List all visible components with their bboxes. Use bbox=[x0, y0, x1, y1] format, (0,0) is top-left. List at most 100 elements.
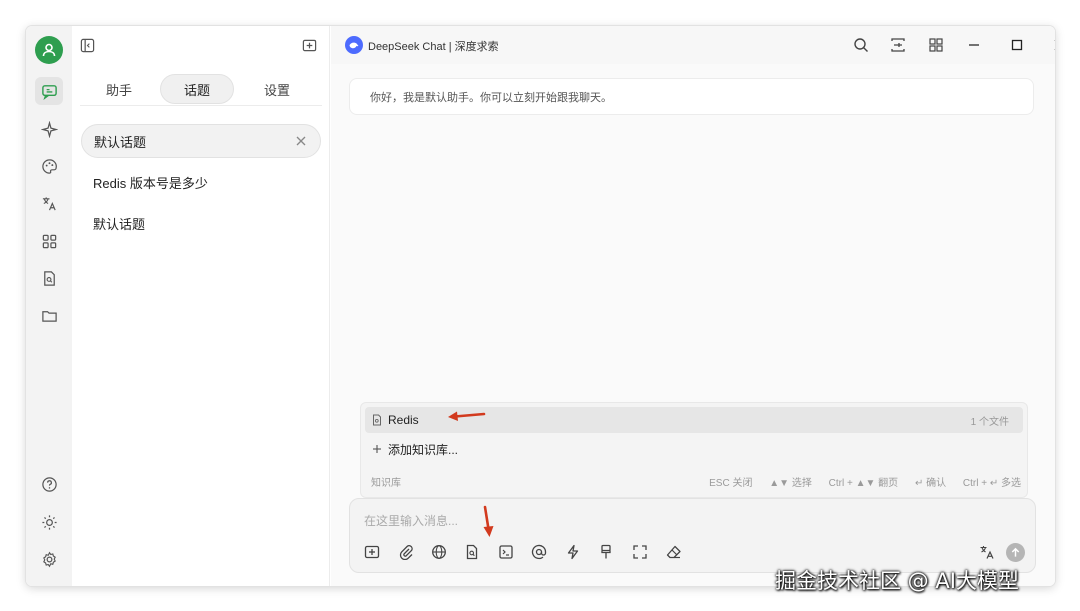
add-knowledge-base[interactable]: 添加知识库... bbox=[365, 436, 1023, 462]
icon-rail bbox=[26, 26, 72, 586]
hint-confirm: ↵ 确认 bbox=[914, 478, 947, 489]
user-icon bbox=[42, 43, 56, 57]
deepseek-logo-icon bbox=[345, 36, 363, 54]
message-input[interactable]: 在这里输入消息... bbox=[364, 512, 458, 529]
hint-esc: ESC 关闭 bbox=[709, 478, 753, 489]
knowledge-base-tool[interactable] bbox=[462, 542, 482, 562]
new-topic-icon bbox=[364, 545, 380, 559]
title-bar: DeepSeek Chat | 深度求索 bbox=[331, 26, 1055, 64]
close-icon bbox=[1054, 40, 1055, 50]
search-button[interactable] bbox=[851, 35, 871, 55]
toggle-sidebar-button[interactable] bbox=[78, 36, 96, 54]
topic-label: 默认话题 bbox=[94, 134, 147, 150]
add-knowledge-label: 添加知识库... bbox=[388, 442, 459, 457]
new-topic-button[interactable] bbox=[300, 36, 318, 54]
topic-item[interactable]: 默认话题 bbox=[81, 206, 321, 240]
maximize-icon bbox=[1011, 39, 1023, 51]
rail-files-button[interactable] bbox=[35, 301, 63, 329]
knowledge-file-count: 1 个文件 bbox=[970, 416, 1009, 428]
translate-icon bbox=[980, 546, 994, 559]
search-icon bbox=[854, 38, 868, 52]
close-window-button[interactable] bbox=[1050, 35, 1055, 55]
hint-select: ▲▼ 选择 bbox=[769, 478, 812, 489]
topic-label: 默认话题 bbox=[93, 216, 146, 232]
chat-icon bbox=[41, 84, 57, 100]
plus-icon bbox=[373, 445, 381, 453]
watermark: 掘金技术社区 @ AI大模型 bbox=[775, 569, 1019, 593]
expand-icon bbox=[633, 545, 647, 559]
translate-icon bbox=[42, 196, 56, 210]
app-title: DeepSeek Chat | 深度求索 bbox=[368, 41, 499, 53]
knowledge-item-label: Redis bbox=[388, 413, 419, 427]
grid-icon bbox=[929, 38, 943, 52]
knowledge-file-icon bbox=[466, 544, 478, 560]
welcome-message: 你好，我是默认助手。你可以立刻开始跟我聊天。 bbox=[349, 78, 1034, 115]
terminal-icon bbox=[499, 545, 513, 559]
rail-help-button[interactable] bbox=[35, 470, 63, 498]
panel-header bbox=[72, 26, 330, 64]
whale-icon bbox=[349, 42, 359, 49]
message-input-box[interactable]: 在这里输入消息... bbox=[349, 498, 1036, 573]
attach-tool[interactable] bbox=[396, 542, 416, 562]
layout-icon bbox=[891, 38, 905, 52]
clear-context-tool[interactable] bbox=[596, 542, 616, 562]
rail-paint-button[interactable] bbox=[35, 152, 63, 180]
paperclip-icon bbox=[399, 545, 413, 560]
topic-label: Redis 版本号是多少 bbox=[93, 175, 208, 191]
translate-tool[interactable] bbox=[977, 542, 997, 562]
sun-icon bbox=[41, 514, 57, 530]
rail-settings-button[interactable] bbox=[35, 545, 63, 573]
fullscreen-tool[interactable] bbox=[630, 542, 650, 562]
rail-apps-button[interactable] bbox=[35, 227, 63, 255]
tab-assistant[interactable]: 助手 bbox=[82, 74, 156, 104]
minimize-button[interactable] bbox=[964, 35, 984, 55]
knowledge-file-icon bbox=[373, 414, 381, 426]
gear-icon bbox=[42, 551, 56, 567]
folder-icon bbox=[41, 310, 57, 322]
rail-knowledge-button[interactable] bbox=[35, 264, 63, 292]
lightning-icon bbox=[567, 544, 579, 560]
topic-item[interactable]: Redis 版本号是多少 bbox=[81, 165, 321, 199]
topic-item-active[interactable]: 默认话题 bbox=[81, 124, 321, 158]
delete-topic-icon[interactable] bbox=[294, 134, 308, 148]
app-window: 助手 话题 设置 默认话题 Redis 版本号是多少 默认话题 DeepSeek… bbox=[26, 26, 1055, 586]
eraser-icon bbox=[666, 545, 681, 559]
rail-chat-button[interactable] bbox=[35, 77, 63, 105]
user-avatar[interactable] bbox=[35, 36, 63, 64]
rail-agents-button[interactable] bbox=[35, 115, 63, 143]
sparkle-icon bbox=[40, 120, 58, 138]
panel-tabs: 助手 话题 设置 bbox=[80, 72, 322, 106]
rail-translate-button[interactable] bbox=[35, 189, 63, 217]
tab-topics[interactable]: 话题 bbox=[160, 74, 234, 104]
keyboard-hints: ESC 关闭 ▲▼ 选择 Ctrl + ▲▼ 翻页 ↵ 确认 Ctrl + ↵ … bbox=[695, 474, 1021, 489]
knowledge-item-redis[interactable]: Redis 1 个文件 bbox=[365, 407, 1023, 433]
prompt-tool[interactable] bbox=[496, 542, 516, 562]
sidebar-toggle-icon bbox=[80, 38, 94, 52]
tab-settings[interactable]: 设置 bbox=[240, 74, 314, 104]
topic-panel: 助手 话题 设置 默认话题 Redis 版本号是多少 默认话题 bbox=[72, 26, 330, 586]
minimize-icon bbox=[969, 44, 979, 46]
mention-tool[interactable] bbox=[529, 542, 549, 562]
web-search-tool[interactable] bbox=[429, 542, 449, 562]
maximize-button[interactable] bbox=[1007, 35, 1027, 55]
chat-main: DeepSeek Chat | 深度求索 你好，我是默认助手。你可以立刻开始跟我… bbox=[331, 26, 1055, 586]
globe-icon bbox=[432, 545, 446, 559]
rail-theme-button[interactable] bbox=[35, 508, 63, 536]
at-sign-icon bbox=[531, 544, 547, 560]
palette-icon bbox=[41, 158, 57, 174]
send-button[interactable] bbox=[1006, 543, 1025, 562]
new-topic-tool[interactable] bbox=[362, 542, 382, 562]
knowledge-base-popup: Redis 1 个文件 添加知识库... 知识库 ESC 关闭 ▲▼ 选择 Ct… bbox=[360, 402, 1028, 498]
hint-multi: Ctrl + ↵ 多选 bbox=[962, 478, 1021, 489]
hint-page: Ctrl + ▲▼ 翻页 bbox=[828, 478, 899, 489]
mini-apps-button[interactable] bbox=[926, 35, 946, 55]
paintbrush-icon bbox=[601, 544, 611, 559]
knowledge-file-icon bbox=[43, 270, 55, 286]
help-icon bbox=[41, 476, 57, 492]
popup-footer-title: 知识库 bbox=[371, 478, 401, 489]
eraser-tool[interactable] bbox=[664, 542, 684, 562]
quick-phrase-tool[interactable] bbox=[563, 542, 583, 562]
arrow-up-icon bbox=[1011, 547, 1020, 557]
new-topic-icon bbox=[302, 39, 316, 51]
layout-button[interactable] bbox=[888, 35, 908, 55]
